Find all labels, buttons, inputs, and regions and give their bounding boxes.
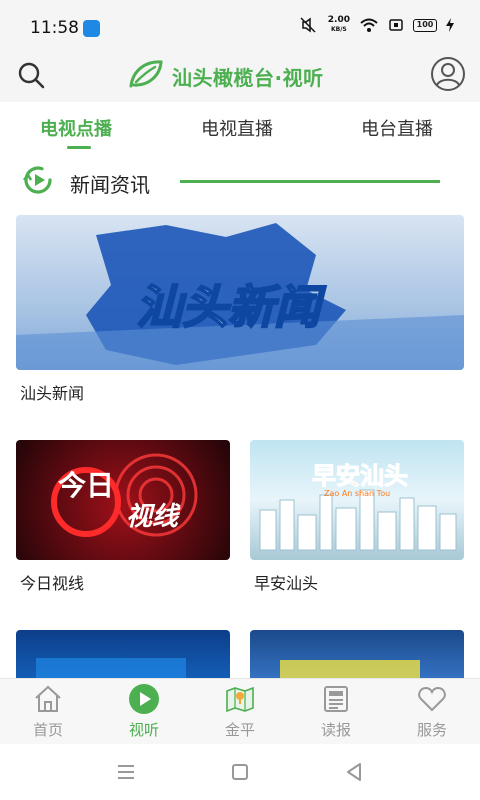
section-title: 新闻资讯 xyxy=(70,173,150,197)
tab-bar: 电视点播 电视直播 电台直播 xyxy=(0,102,480,154)
section-header: 新闻资讯 xyxy=(0,160,480,204)
nav-label-services: 服务 xyxy=(416,721,447,739)
status-bar: 11:58 2.00 KB/S 100 xyxy=(0,0,480,50)
program-title-zaoan-shantou[interactable]: 早安汕头 xyxy=(254,570,318,594)
wifi-icon xyxy=(360,18,378,32)
map-icon xyxy=(226,686,254,713)
status-indicators: 2.00 KB/S 100 xyxy=(299,16,454,34)
nav-item-services[interactable]: 服务 xyxy=(392,683,472,743)
zaoan-shantou-thumbnail-art: 早安汕头 Zao An shan Tou xyxy=(259,462,457,551)
home-square-icon[interactable] xyxy=(228,760,252,784)
charging-icon xyxy=(446,18,454,32)
olive-leaf-logo-icon xyxy=(129,60,163,88)
shantou-news-thumbnail-art: 汕头新闻 xyxy=(16,223,464,370)
newspaper-icon xyxy=(324,686,348,712)
search-icon[interactable] xyxy=(16,60,46,90)
nav-label-jinping: 金平 xyxy=(224,721,255,739)
zaoan-overlay-subtext: Zao An shan Tou xyxy=(324,489,390,498)
nav-item-read-paper[interactable]: 读报 xyxy=(296,683,376,743)
home-icon xyxy=(35,685,61,712)
zaoan-overlay-text: 早安汕头 xyxy=(312,462,408,490)
nav-label-read-paper: 读报 xyxy=(320,721,351,739)
mute-icon xyxy=(300,17,316,33)
section-divider xyxy=(180,180,440,183)
tab-tv-on-demand[interactable]: 电视点播 xyxy=(40,115,112,141)
network-speed-unit: KB/S xyxy=(331,26,347,33)
tab-tv-live[interactable]: 电视直播 xyxy=(201,115,273,141)
play-circle-icon xyxy=(129,684,159,714)
heart-icon xyxy=(418,686,446,712)
shantou-news-overlay-text: 汕头新闻 xyxy=(136,280,326,334)
program-thumbnail-shantou-news[interactable]: 汕头新闻 xyxy=(16,215,464,370)
program-thumbnail-jinri-shixian[interactable]: 今日 视线 xyxy=(16,440,230,560)
nav-item-audiovisual[interactable]: 视听 xyxy=(104,683,184,743)
menu-icon[interactable] xyxy=(114,760,138,784)
status-time: 11:58 xyxy=(30,18,79,38)
system-navigation-bar xyxy=(0,744,480,800)
jinri-shixian-thumbnail-art: 今日 视线 xyxy=(51,453,198,537)
nav-item-home[interactable]: 首页 xyxy=(8,683,88,743)
jinri-overlay-text-b: 视线 xyxy=(126,502,181,532)
battery-indicator: 100 xyxy=(413,18,437,32)
network-speed-value: 2.00 xyxy=(327,15,350,25)
app-header: 汕头橄榄台·视听 xyxy=(0,50,480,102)
program-title-shantou-news[interactable]: 汕头新闻 xyxy=(20,380,84,404)
bottom-navigation: 首页 视听 金平 读报 服务 xyxy=(0,678,480,744)
screen-icon xyxy=(389,19,403,31)
play-refresh-icon xyxy=(22,166,52,194)
nav-item-jinping[interactable]: 金平 xyxy=(200,683,280,743)
program-thumbnail-zaoan-shantou[interactable]: 早安汕头 Zao An shan Tou xyxy=(250,440,464,560)
active-tab-indicator xyxy=(67,146,91,149)
tab-radio-live[interactable]: 电台直播 xyxy=(361,115,433,141)
nav-label-audiovisual: 视听 xyxy=(128,721,159,739)
nav-label-home: 首页 xyxy=(32,721,63,739)
network-speed: 2.00 KB/S xyxy=(328,16,350,34)
app-title: 汕头橄榄台·视听 xyxy=(172,66,324,90)
back-icon[interactable] xyxy=(342,760,366,784)
jinri-overlay-text-a: 今日 xyxy=(58,469,114,502)
program-title-jinri-shixian[interactable]: 今日视线 xyxy=(20,570,84,594)
user-profile-icon[interactable] xyxy=(430,56,466,92)
notification-app-icon xyxy=(83,20,100,37)
